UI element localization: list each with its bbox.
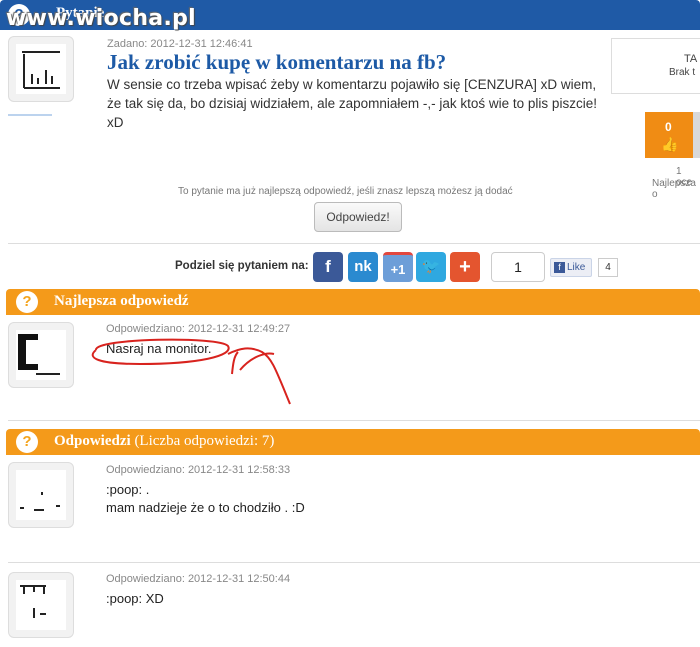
- nk-icon[interactable]: nk: [348, 252, 378, 282]
- status-box: TA Brak t: [611, 38, 700, 94]
- avatar-sketch: [18, 334, 60, 375]
- best-answer-header: ? Najlepsza odpowiedź: [6, 289, 700, 315]
- fb-like-label: Like: [567, 262, 586, 273]
- answer-avatar[interactable]: [8, 462, 74, 528]
- best-note: Najlepsza o: [652, 178, 696, 200]
- avatar-sketch: [22, 51, 60, 89]
- question-meta: Zadano: 2012-12-31 12:46:41: [107, 38, 253, 50]
- answers-title-label: Odpowiedzi: [54, 433, 131, 449]
- answer-button[interactable]: Odpowiedz!: [314, 202, 402, 232]
- best-answer-avatar[interactable]: [8, 322, 74, 388]
- question-body: W sensie co trzeba wpisać żeby w komenta…: [107, 77, 597, 130]
- fb-like-button[interactable]: f Like: [550, 258, 592, 277]
- share-label: Podziel się pytaniem na:: [175, 260, 309, 272]
- asker-avatar[interactable]: [8, 36, 74, 102]
- answers-title: Odpowiedzi (Liczba odpowiedzi: 7): [54, 433, 274, 450]
- facebook-icon[interactable]: f: [313, 252, 343, 282]
- vote-box-edge: [693, 112, 700, 158]
- thumbs-up-icon: 👍: [661, 136, 679, 152]
- share-count: 1: [491, 252, 545, 282]
- answers-count: (Liczba odpowiedzi: 7): [134, 433, 275, 449]
- plus-icon[interactable]: +: [450, 252, 480, 282]
- answers-header: ? Odpowiedzi (Liczba odpowiedzi: 7): [6, 429, 700, 455]
- answer-avatar[interactable]: [8, 572, 74, 638]
- question-title[interactable]: Jak zrobić kupę w komentarzu na fb?: [107, 50, 446, 75]
- red-annotation: [91, 338, 291, 405]
- question-mark-icon: ?: [16, 291, 38, 313]
- best-answer-note: To pytanie ma już najlepszą odpowiedź, j…: [178, 186, 513, 197]
- status-label: TA: [684, 53, 698, 65]
- answer-meta: Odpowiedziano: 2012-12-31 12:50:44: [106, 573, 291, 585]
- divider: [8, 562, 700, 563]
- question-mark-icon: ?: [16, 431, 38, 453]
- answer-line: :poop: .: [106, 482, 150, 497]
- fb-small-icon: f: [554, 262, 565, 273]
- twitter-icon[interactable]: 🐦: [416, 252, 446, 282]
- answer-line: mam nadzieje że o to chodziło . :D: [106, 500, 305, 515]
- google-plus-one-icon[interactable]: +1: [383, 252, 413, 282]
- vote-count: 0: [665, 120, 672, 134]
- avatar-sketch: [20, 585, 46, 618]
- status-sub: Brak t: [669, 67, 696, 78]
- best-answer-title: Najlepsza odpowiedź: [54, 293, 189, 309]
- answer-meta: Odpowiedziano: 2012-12-31 12:58:33: [106, 464, 291, 476]
- divider: [8, 243, 700, 244]
- divider: [8, 420, 700, 421]
- fb-like-count: 4: [598, 258, 618, 277]
- watermark: www.wiocha.pl: [6, 6, 196, 31]
- avatar-sketch: [20, 492, 60, 511]
- answer-line: :poop: XD: [106, 591, 164, 606]
- avatar-underline: [8, 114, 52, 116]
- vote-box[interactable]: 0 👍: [645, 112, 693, 158]
